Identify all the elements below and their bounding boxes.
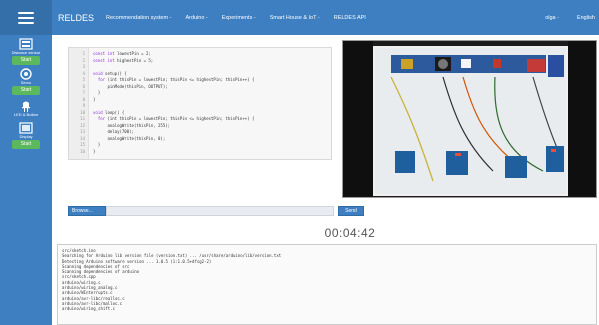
language-menu[interactable]: English [577,15,595,21]
code-text: } [93,142,100,147]
sidebar: Distance sensor Start Servo Start LED & … [0,0,52,325]
nav-recommendation-system[interactable]: Recommendation system - [106,15,171,21]
start-display-button[interactable]: Start [12,140,40,149]
line-number: 16 [80,148,85,154]
code-rest: loop() { [102,109,125,115]
line-number: 2 [82,57,85,63]
nav-smart-house[interactable]: Smart House & IoT - [270,15,320,21]
code-keyword: for [93,77,106,82]
line-number: 9 [82,103,85,108]
code-text: const int lowestPin = 2; [93,51,151,56]
user-nav: olga - English [527,0,595,35]
send-button[interactable]: Send [338,206,364,216]
code-editor[interactable]: 1 const int lowestPin = 2; 2 const int high… [68,47,332,160]
code-rest: (int thisPin = lowestPin; thisPin <= hig… [105,77,255,82]
browse-button[interactable]: Browse... [68,206,106,216]
distance-sensor-icon [19,38,33,50]
line-number: 11 [80,116,85,121]
code-rest: } [93,90,101,95]
menu-toggle-button[interactable] [0,0,52,35]
tool-led-button: LED & Button [0,100,52,117]
code-text: for (int thisPin = lowestPin; thisPin <=… [93,77,255,82]
console-line: arduino/wiring_shift.c [62,306,115,312]
tool-servo: Servo Start [0,68,52,95]
code-keyword: void [93,70,103,76]
code-keyword: const int [93,57,115,63]
line-number: 6 [82,83,85,89]
tool-label: Distance sensor [11,50,41,55]
code-rest: } [93,148,96,154]
code-text: for (int thisPin = lowestPin; thisPin <=… [93,116,255,121]
tool-distance-sensor: Distance sensor Start [0,38,52,65]
line-number: 10 [80,109,85,115]
servo-icon [20,68,32,80]
code-text: } [93,149,95,154]
code-text: pinMode(thisPin, OUTPUT); [93,83,168,89]
code-rest: lowestPin = 2; [114,51,151,56]
code-text: void setup() { [93,71,127,76]
code-rest: delay(700); [93,129,134,134]
line-number: 13 [80,129,85,134]
code-text: analogWrite(thisPin, 0); [93,136,165,141]
top-navbar: RELDES Recommendation system - Arduino -… [52,0,599,35]
code-rest: (int thisPin = lowestPin; thisPin <= hig… [105,116,255,121]
code-rest: } [93,96,96,102]
code-text: const int highestPin = 5; [93,58,153,63]
hamburger-icon [18,11,34,24]
code-keyword: for [93,116,106,121]
line-number: 14 [80,135,85,141]
nav-experiments[interactable]: Experiments - [222,15,256,21]
code-rest: analogWrite(thisPin, 255); [93,122,171,128]
code-rest: } [93,142,101,147]
user-menu[interactable]: olga - [545,15,559,21]
nav-arduino[interactable]: Arduino - [185,15,207,21]
line-number: 3 [82,64,85,69]
code-rest: analogWrite(thisPin, 0); [93,135,166,141]
code-keyword: const int [93,51,115,56]
tool-label: Display [19,134,33,139]
line-number: 5 [82,77,85,82]
session-timer: 00:04:42 [324,226,376,240]
brand-logo[interactable]: RELDES [58,13,94,23]
code-text: void loop() { [93,110,124,115]
line-number: 12 [80,122,85,128]
line-number: 1 [82,51,85,56]
display-icon [19,122,33,134]
code-text: analogWrite(thisPin, 255); [93,123,170,128]
nav-reldes-api[interactable]: RELDES API [334,15,366,21]
code-rest: setup() { [102,70,127,76]
start-distance-sensor-button[interactable]: Start [12,56,40,65]
tool-label: LED & Button [13,112,39,117]
led-icon [22,101,30,112]
file-path-field[interactable] [106,206,334,216]
line-number: 15 [80,142,85,147]
console-lines: src/sketch.ino Searching for Arduino lib … [62,248,592,312]
code-rest: pinMode(thisPin, OUTPUT); [93,83,168,89]
code-text: } [93,90,100,95]
start-servo-button[interactable]: Start [12,86,40,95]
code-rest: highestPin = 5; [114,57,154,63]
tool-label: Servo [20,80,32,85]
code-text: delay(700); [93,129,134,134]
code-text: } [93,97,95,102]
line-number: 8 [82,96,85,102]
code-keyword: void [93,109,103,115]
line-number: 7 [82,90,85,95]
tool-display: Display Start [0,122,52,149]
upload-row: Browse... Send [68,206,364,216]
line-number: 4 [82,70,85,76]
compile-output-console: src/sketch.ino Searching for Arduino lib … [57,244,597,325]
board-photo [343,41,596,197]
camera-feed [342,40,597,198]
